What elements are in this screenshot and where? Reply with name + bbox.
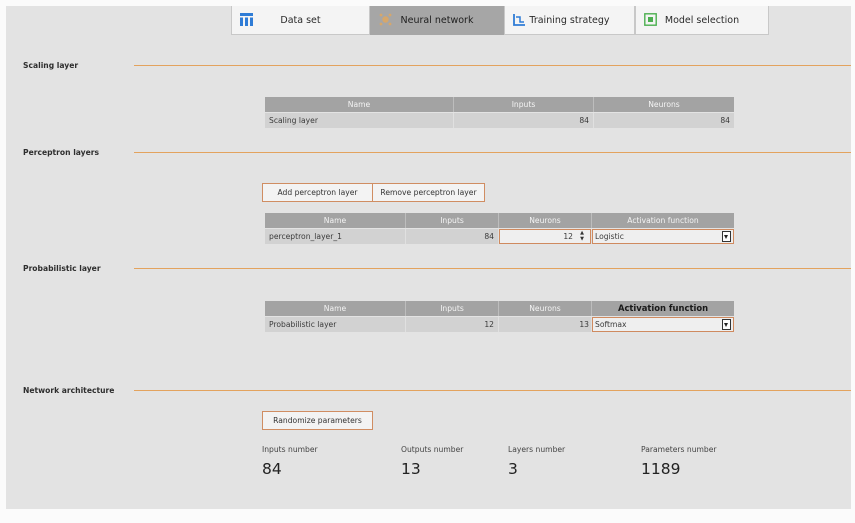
scaling-section-title: Scaling layer xyxy=(23,61,79,70)
column-header-inputs: Inputs xyxy=(406,213,499,228)
table-header: Name Inputs Neurons xyxy=(265,97,734,112)
neurons-spinbox[interactable]: 12 ▲ ▼ xyxy=(499,229,591,244)
chevron-down-icon[interactable] xyxy=(722,319,731,330)
table-header: Name Inputs Neurons Activation function xyxy=(265,301,734,316)
table-row: perceptron_layer_1 84 12 ▲ ▼ Logistic xyxy=(265,229,734,244)
column-header-name: Name xyxy=(265,301,406,316)
tab-model-selection[interactable]: Model selection xyxy=(635,6,769,35)
column-header-neurons: Neurons xyxy=(499,301,592,316)
activation-function-select[interactable]: Softmax xyxy=(592,317,734,332)
table-row: Probabilistic layer 12 13 Softmax xyxy=(265,317,734,332)
column-header-neurons: Neurons xyxy=(648,100,680,109)
section-divider xyxy=(134,268,851,269)
column-header-neurons: Neurons xyxy=(499,213,592,228)
column-header-name: Name xyxy=(265,97,454,112)
inputs-number-label: Inputs number xyxy=(262,445,318,454)
table-header: Name Inputs Neurons Activation function xyxy=(265,213,734,228)
neurons-value: 12 xyxy=(563,232,573,241)
column-header-activation-function: Activation function xyxy=(627,216,699,225)
activation-function-value: Softmax xyxy=(595,320,627,329)
cell-name[interactable]: perceptron_layer_1 xyxy=(265,229,406,244)
activation-function-select[interactable]: Logistic xyxy=(592,229,734,244)
cell-inputs[interactable]: 84 xyxy=(406,229,499,244)
section-divider xyxy=(134,390,851,391)
tab-training-strategy[interactable]: Training strategy xyxy=(504,6,635,35)
cell-activation-function: Softmax xyxy=(592,317,734,332)
cell-inputs[interactable]: 12 xyxy=(406,317,499,332)
tab-label: Neural network xyxy=(400,15,474,26)
add-perceptron-layer-button[interactable]: Add perceptron layer xyxy=(262,183,373,202)
probabilistic-table: Name Inputs Neurons Activation function … xyxy=(265,301,734,332)
inputs-number-value: 84 xyxy=(262,460,282,478)
section-divider xyxy=(134,65,851,66)
layers-number-label: Layers number xyxy=(508,445,566,454)
activation-function-value: Logistic xyxy=(595,232,624,241)
cell-name[interactable]: Probabilistic layer xyxy=(265,317,406,332)
table-row: Scaling layer 84 84 xyxy=(265,113,734,128)
chevron-down-icon[interactable] xyxy=(722,231,731,242)
perceptron-table: Name Inputs Neurons Activation function … xyxy=(265,213,734,244)
tab-data-set[interactable]: Data set xyxy=(231,6,370,35)
cell-inputs[interactable]: 84 xyxy=(454,113,594,128)
outputs-number-value: 13 xyxy=(401,460,421,478)
tab-bar: Data set Neural network Training strateg… xyxy=(231,6,769,35)
column-header-inputs: Inputs xyxy=(406,301,499,316)
tab-neural-network[interactable]: Neural network xyxy=(370,6,504,35)
cell-name[interactable]: Scaling layer xyxy=(265,113,454,128)
spin-arrows-icon[interactable]: ▲ ▼ xyxy=(577,230,587,243)
outputs-number-label: Outputs number xyxy=(401,445,464,454)
cell-neurons[interactable]: 13 xyxy=(499,317,592,332)
remove-perceptron-layer-button[interactable]: Remove perceptron layer xyxy=(372,183,485,202)
cell-activation-function: Logistic xyxy=(592,229,734,244)
scaling-table: Name Inputs Neurons Scaling layer 84 84 xyxy=(265,97,734,128)
probabilistic-section-title: Probabilistic layer xyxy=(23,264,101,273)
cell-neurons: 12 ▲ ▼ xyxy=(499,229,592,244)
column-header-name: Name xyxy=(265,213,406,228)
perceptron-section-title: Perceptron layers xyxy=(23,148,100,157)
architecture-section-title: Network architecture xyxy=(23,386,115,395)
parameters-number-value: 1189 xyxy=(641,460,681,478)
tab-label: Training strategy xyxy=(529,15,610,26)
randomize-parameters-button[interactable]: Randomize parameters xyxy=(262,411,373,430)
cell-neurons[interactable]: 84 xyxy=(594,113,734,128)
column-header-activation-function: Activation function xyxy=(617,303,709,313)
section-divider xyxy=(134,152,851,153)
tab-label: Data set xyxy=(280,15,321,26)
column-header-inputs: Inputs xyxy=(454,97,594,112)
layers-number-value: 3 xyxy=(508,460,518,478)
app-window: Data set Neural network Training strateg… xyxy=(6,6,851,509)
parameters-number-label: Parameters number xyxy=(641,445,717,454)
tab-label: Model selection xyxy=(664,15,740,26)
